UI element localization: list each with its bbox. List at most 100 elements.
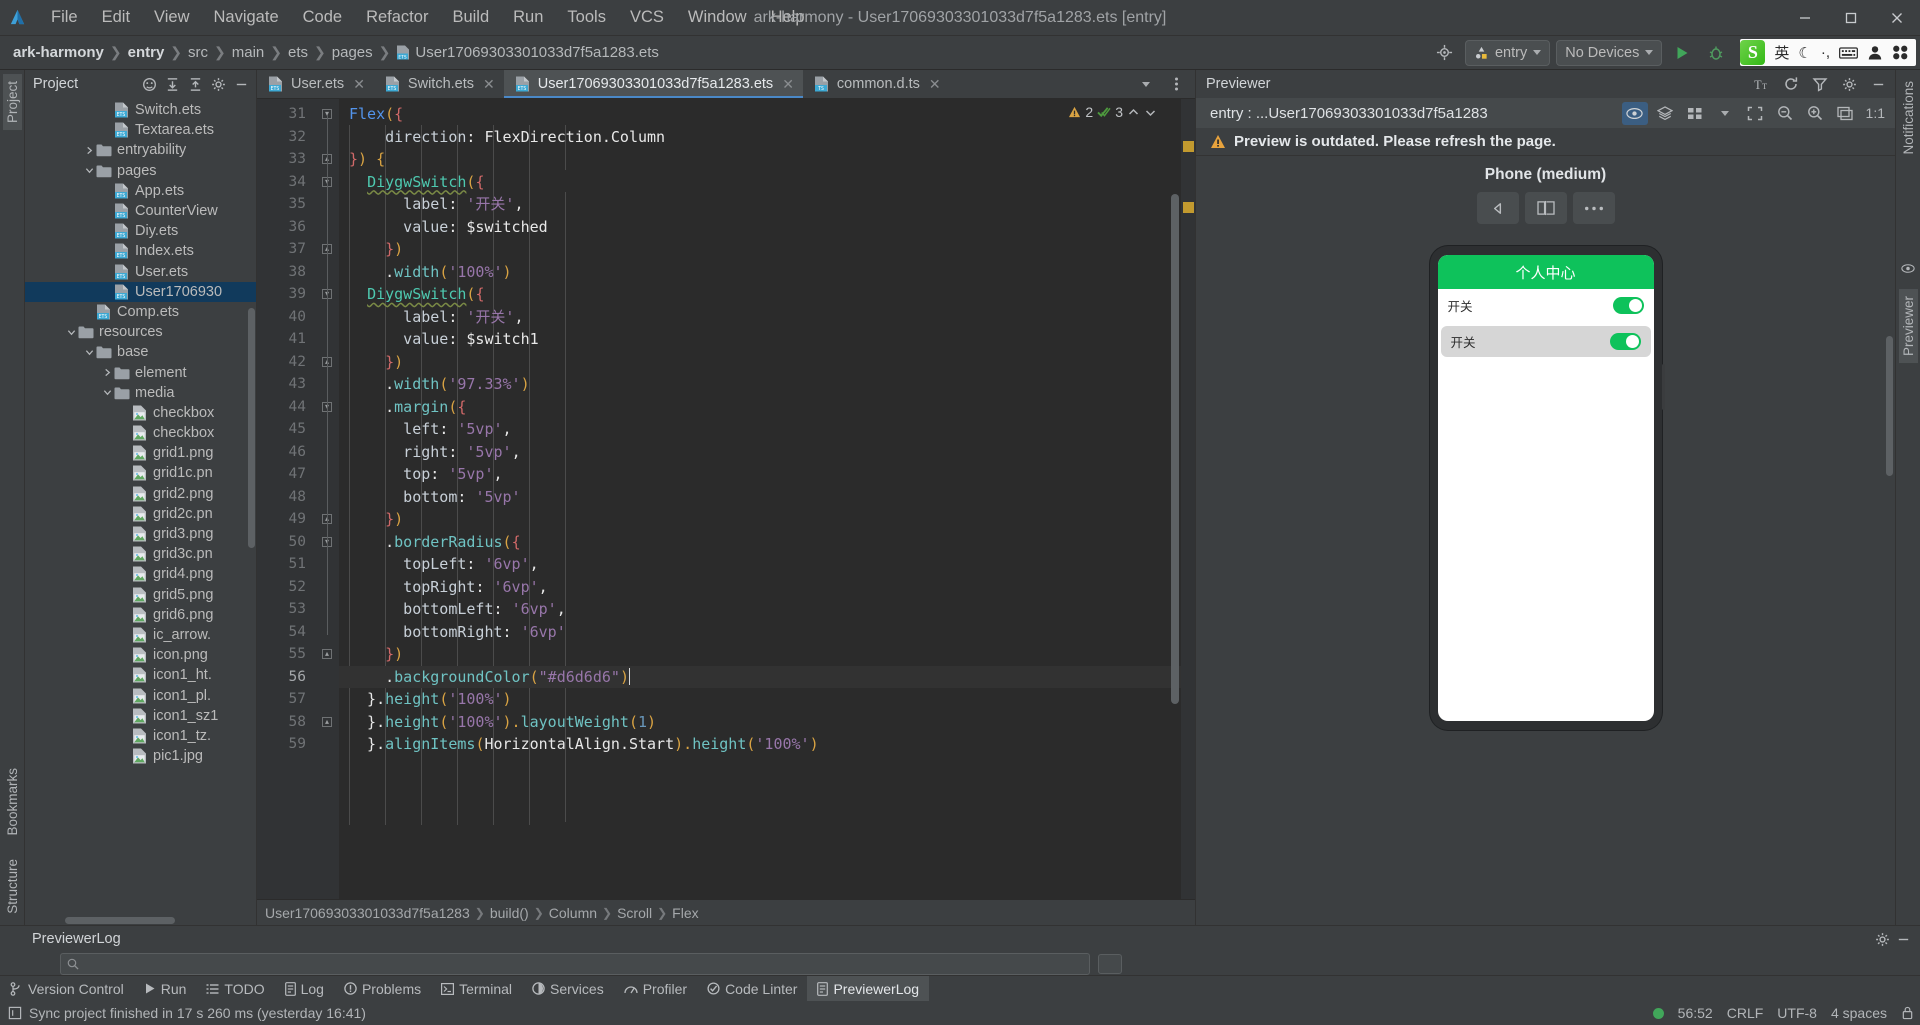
editor-tab[interactable]: TS common.d.ts ✕	[803, 70, 950, 98]
ime-moon-icon[interactable]: ☾	[1798, 44, 1811, 62]
expand-all-icon[interactable]	[162, 74, 183, 95]
tool-window-version-control[interactable]: Version Control	[0, 976, 134, 1001]
tree-item[interactable]: grid1.png	[25, 443, 256, 463]
debug-button[interactable]	[1702, 40, 1730, 66]
close-tab-icon[interactable]: ✕	[353, 76, 365, 93]
stripe-warning-marker[interactable]	[1183, 202, 1194, 213]
grid-view-icon[interactable]	[1682, 102, 1708, 125]
breadcrumb-project[interactable]: ark-harmony	[8, 42, 109, 63]
refresh-icon[interactable]	[1778, 73, 1804, 96]
sidebar-item-bookmarks[interactable]: Bookmarks	[3, 761, 22, 843]
fold-marker[interactable]: ▴	[315, 643, 339, 666]
tool-window-profiler[interactable]: Profiler	[614, 976, 697, 1001]
code-line[interactable]: bottomRight: '6vp'	[339, 621, 1181, 644]
ime-punctuation-icon[interactable]: ·,	[1821, 44, 1830, 61]
code-line[interactable]: .width('100%')	[339, 261, 1181, 284]
error-stripe[interactable]	[1181, 99, 1195, 899]
menu-view[interactable]: View	[143, 4, 200, 31]
code-line[interactable]: bottom: '5vp'	[339, 486, 1181, 509]
more-options-icon[interactable]	[1572, 192, 1615, 224]
fold-expand-icon[interactable]: ▴	[322, 716, 332, 727]
code-line[interactable]: .margin({	[339, 396, 1181, 419]
status-event-icon[interactable]	[8, 1006, 22, 1020]
menu-run[interactable]: Run	[502, 4, 554, 31]
code-line[interactable]: })	[339, 643, 1181, 666]
code-line[interactable]: .width('97.33%')	[339, 373, 1181, 396]
hide-panel-icon[interactable]	[231, 74, 252, 95]
tab-more-options-icon[interactable]	[1162, 71, 1190, 97]
ime-language-toggle[interactable]: 英	[1774, 42, 1789, 63]
close-tab-icon[interactable]: ✕	[483, 76, 495, 93]
tool-window-problems[interactable]: Problems	[334, 976, 431, 1001]
tree-item[interactable]: grid3c.pn	[25, 544, 256, 564]
code-line[interactable]: value: $switched	[339, 216, 1181, 239]
zoom-in-icon[interactable]	[1802, 102, 1828, 125]
tree-item[interactable]: media	[25, 383, 256, 403]
sidebar-item-notifications[interactable]: Notifications	[1899, 74, 1918, 162]
run-button[interactable]	[1668, 40, 1696, 66]
code-line[interactable]: topLeft: '6vp',	[339, 553, 1181, 576]
tree-twisty-icon[interactable]	[83, 166, 96, 175]
log-settings-gear-icon[interactable]	[1872, 929, 1893, 950]
tree-item[interactable]: grid4.png	[25, 564, 256, 584]
ime-keyboard-icon[interactable]	[1839, 46, 1858, 60]
tool-window-services[interactable]: Services	[522, 976, 614, 1001]
tree-item[interactable]: ETS Comp.ets	[25, 302, 256, 322]
code-line[interactable]: left: '5vp',	[339, 418, 1181, 441]
app-switch-row[interactable]: 开关	[1437, 289, 1654, 322]
select-opened-file-icon[interactable]	[139, 74, 160, 95]
code-line[interactable]: }.height('100%').layoutWeight(1)	[339, 711, 1181, 734]
caret-position[interactable]: 56:52	[1678, 1005, 1713, 1021]
rotate-device-icon[interactable]	[1476, 192, 1519, 224]
breadcrumb-module[interactable]: entry	[123, 42, 170, 63]
close-tab-icon[interactable]: ✕	[929, 76, 941, 93]
close-button[interactable]	[1874, 0, 1920, 36]
sidebar-item-project[interactable]: Project	[2, 74, 22, 131]
tree-twisty-icon[interactable]	[65, 328, 78, 337]
inspection-widget[interactable]: 2 3	[1068, 104, 1157, 120]
tree-twisty-icon[interactable]	[83, 146, 96, 155]
font-size-icon[interactable]: TT	[1749, 73, 1775, 96]
code-content[interactable]: Flex({ direction: FlexDirection.Column})…	[339, 99, 1181, 899]
menu-file[interactable]: File	[40, 4, 89, 31]
breadcrumb-ets[interactable]: ets	[283, 42, 313, 63]
tree-item[interactable]: icon1_ht.	[25, 665, 256, 685]
code-line[interactable]: .backgroundColor("#d6d6d6")	[339, 665, 1181, 688]
file-encoding[interactable]: UTF-8	[1777, 1005, 1817, 1021]
code-line[interactable]: })	[339, 508, 1181, 531]
menu-refactor[interactable]: Refactor	[355, 4, 439, 31]
settings-gear-icon[interactable]	[208, 74, 229, 95]
tree-twisty-icon[interactable]	[101, 388, 114, 397]
menu-window[interactable]: Window	[677, 4, 758, 31]
code-line[interactable]: .borderRadius({	[339, 531, 1181, 554]
project-tree[interactable]: ETS Switch.ets ETS Textarea.ets entryability…	[25, 98, 256, 925]
line-separator[interactable]: CRLF	[1727, 1005, 1764, 1021]
stripe-warning-marker[interactable]	[1183, 141, 1194, 152]
app-switch-toggle[interactable]	[1612, 297, 1644, 314]
tree-item[interactable]: grid2.png	[25, 484, 256, 504]
breadcrumb-file[interactable]: ETS User17069303301033d7f5a1283.ets	[391, 42, 664, 63]
tool-window-log[interactable]: Log	[275, 976, 334, 1001]
tree-item[interactable]: checkbox	[25, 423, 256, 443]
tree-twisty-icon[interactable]	[101, 368, 114, 377]
fold-device-icon[interactable]	[1524, 192, 1567, 224]
tab-list-chevron-icon[interactable]	[1132, 71, 1160, 97]
tree-item[interactable]: icon1_sz1	[25, 706, 256, 726]
code-line[interactable]: }) {	[339, 148, 1181, 171]
tree-item[interactable]: resources	[25, 322, 256, 342]
code-line[interactable]: bottomLeft: '6vp',	[339, 598, 1181, 621]
zoom-out-icon[interactable]	[1772, 102, 1798, 125]
code-line[interactable]: })	[339, 238, 1181, 261]
lock-icon[interactable]	[1901, 1006, 1914, 1020]
code-folding-column[interactable]: ▾▴▾▴▾▴▾▴▾▴▴	[315, 99, 339, 899]
fit-frame-icon[interactable]	[1742, 102, 1768, 125]
menu-vcs[interactable]: VCS	[619, 4, 675, 31]
tool-window-todo[interactable]: TODO	[196, 976, 274, 1001]
fold-expand-icon[interactable]: ▴	[322, 649, 332, 660]
tree-item[interactable]: icon1_tz.	[25, 726, 256, 746]
tree-item[interactable]: ic_arrow.	[25, 625, 256, 645]
menu-build[interactable]: Build	[441, 4, 500, 31]
code-line[interactable]: label: '开关',	[339, 193, 1181, 216]
tool-window-previewerlog[interactable]: PreviewerLog	[807, 976, 930, 1001]
inspector-eye-icon[interactable]	[1621, 101, 1648, 125]
